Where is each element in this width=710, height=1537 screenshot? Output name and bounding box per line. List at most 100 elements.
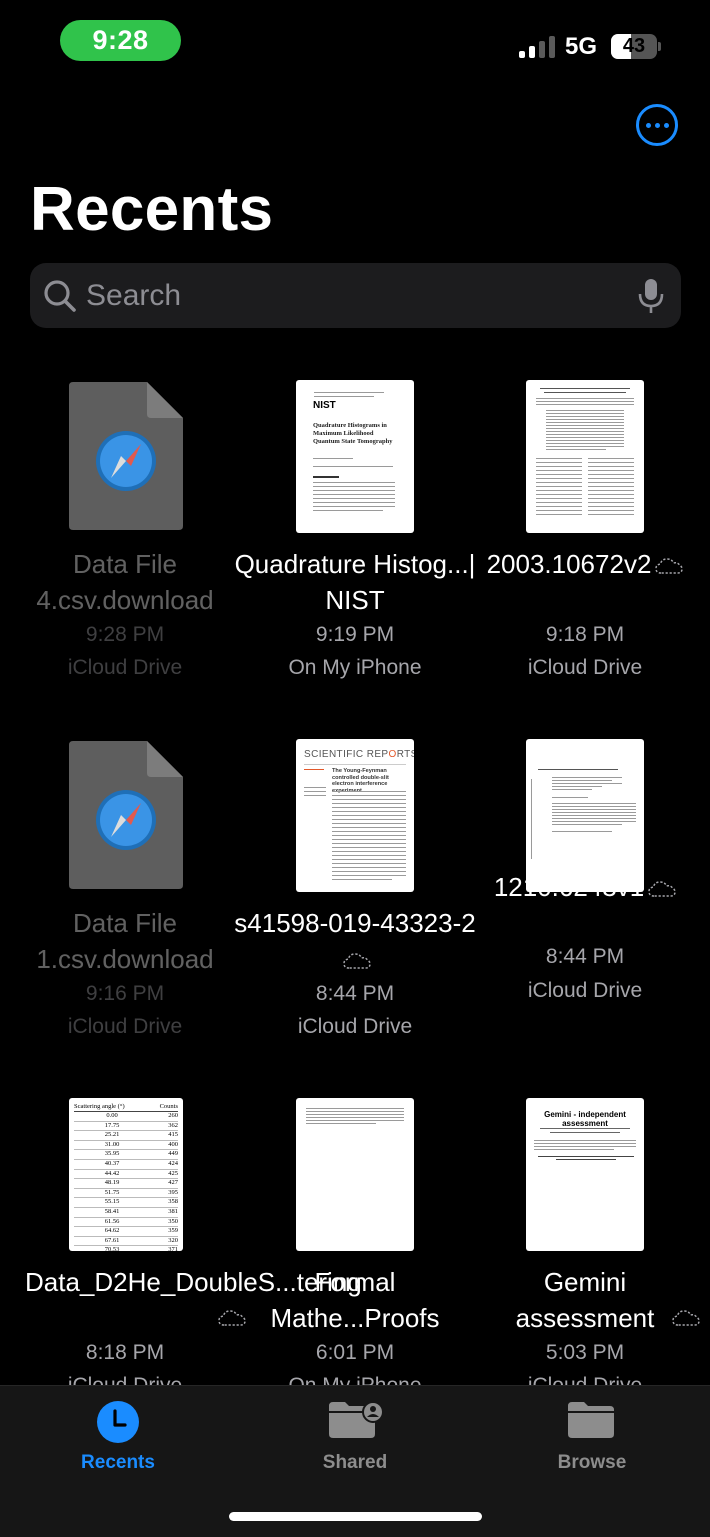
file-time: 9:18 PM [545,623,625,646]
count-cell: 362 [150,1121,178,1132]
nist-logo: NIST [313,400,336,411]
table-row: 44.42 425 [74,1169,178,1180]
file-thumbnail: Gemini - independent assessment [526,1098,644,1251]
file-location: iCloud Drive [67,1015,183,1038]
file-name: 2003.10672v2 [460,546,710,582]
file-name: Data_D2He_DoubleS...tering [0,1264,362,1326]
table-row: 61.56 350 [74,1217,178,1228]
table-row: 40.37 424 [74,1159,178,1170]
file-time: 8:44 PM [315,982,395,1005]
angle-cell: 35.95 [74,1149,151,1160]
network-type: 5G [565,33,598,60]
tab-label: Shared [322,1452,388,1473]
count-cell: 359 [150,1226,178,1237]
angle-cell: 17.75 [74,1121,151,1132]
icloud-download-icon[interactable] [343,953,371,969]
search-bar[interactable] [30,263,681,328]
angle-cell: 67.61 [74,1236,151,1247]
count-cell: 260 [150,1111,178,1122]
angle-cell: 58.41 [74,1207,151,1218]
icloud-download-icon[interactable] [648,881,676,897]
file-name: Gemini assessment [460,1264,710,1336]
table-row: 17.75 362 [74,1121,178,1132]
table-row: 25.21 415 [74,1130,178,1141]
file-name: Formal Mathe...Proofs [270,1267,440,1333]
search-icon [44,280,76,312]
battery-level: 43 [622,35,646,57]
table-row: 55.15 358 [74,1197,178,1208]
table-row: 35.95 449 [74,1149,178,1160]
count-cell: 415 [150,1130,178,1141]
tab-recents[interactable]: Recents [0,1386,236,1496]
page-title: Recents [30,175,274,244]
file-thumbnail: SCIENTIFIC REPORTS The Young-Feynman con… [296,739,414,892]
status-bar: 9:28 5G 43 [0,0,710,90]
table-header: Counts [150,1102,178,1112]
table-header: Scattering angle (°) [74,1102,151,1112]
home-indicator[interactable] [229,1512,482,1521]
data-table: Scattering angle (°) Counts 0.00 260 17.75… [74,1102,178,1251]
tab-browse[interactable]: Browse [474,1386,710,1496]
file-time: 8:44 PM [545,945,625,968]
thumb-title: Gemini - independent assessment [544,1110,626,1128]
tab-label: Browse [557,1452,627,1473]
file-time: 9:16 PM [85,982,165,1005]
table-row: 31.00 400 [74,1140,178,1151]
file-thumbnail [526,380,644,533]
file-location: iCloud Drive [297,1015,413,1038]
file-time: 8:18 PM [85,1341,165,1364]
file-location: iCloud Drive [527,656,643,679]
file-location: On My iPhone [288,656,422,679]
status-time[interactable]: 9:28 [60,20,181,61]
icloud-download-icon[interactable] [655,558,684,574]
file-time: 6:01 PM [315,1341,395,1364]
file-name-text: Gemini assessment [515,1267,655,1333]
table-row: 48.19 427 [74,1178,178,1189]
table-row: 67.61 320 [74,1236,178,1247]
angle-cell: 64.62 [74,1226,151,1237]
file-name: Quadrature Histog...| NIST [234,549,476,615]
file-thumbnail [296,1098,414,1251]
microphone-icon[interactable] [638,278,664,314]
battery-icon: 43 [611,34,657,59]
angle-cell: 0.00 [74,1111,151,1122]
file-name-text: Data_D2He_DoubleS...tering [25,1267,362,1297]
angle-cell: 55.15 [74,1197,151,1208]
file-name-text: 1210.6243v1 [493,872,645,902]
count-cell: 427 [150,1178,178,1189]
file-time: 9:19 PM [315,623,395,646]
count-cell: 350 [150,1217,178,1228]
journal-logo: SCIENTIFIC REPORTS [304,749,414,760]
icloud-download-icon[interactable] [672,1310,700,1326]
count-cell: 400 [150,1140,178,1151]
ellipsis-circle-icon[interactable] [636,104,678,146]
table-row: 51.75 395 [74,1188,178,1199]
table-row: 58.41 381 [74,1207,178,1218]
table-body: 0.00 260 17.75 362 25.21 415 31.00 400 35.95 449 4… [74,1111,178,1251]
safari-document-icon [69,382,183,530]
angle-cell: 31.00 [74,1140,151,1151]
table-row: 0.00 260 [74,1111,178,1122]
tab-shared[interactable]: Shared [237,1386,473,1496]
file-location: iCloud Drive [67,656,183,679]
file-name-text: s41598-019-43323-2 [234,908,476,938]
table-row: 70.53 371 [74,1245,178,1251]
count-cell: 424 [150,1159,178,1170]
file-location: iCloud Drive [527,979,643,1002]
angle-cell: 61.56 [74,1217,151,1228]
count-cell: 449 [150,1149,178,1160]
search-input[interactable] [86,263,626,328]
file-thumbnail: Scattering angle (°) Counts 0.00 260 17.75… [69,1098,183,1251]
folder-icon [568,1402,614,1438]
tab-label: Recents [81,1452,155,1473]
file-name: s41598-019-43323-2 [230,905,480,977]
clock-icon [97,1401,139,1443]
count-cell: 371 [150,1245,178,1251]
table-row: 64.62 359 [74,1226,178,1237]
file-name-text: 2003.10672v2 [486,549,652,579]
angle-cell: 70.53 [74,1245,151,1251]
count-cell: 381 [150,1207,178,1218]
file-time: 5:03 PM [545,1341,625,1364]
cellular-signal-icon [519,36,555,58]
angle-cell: 51.75 [74,1188,151,1199]
